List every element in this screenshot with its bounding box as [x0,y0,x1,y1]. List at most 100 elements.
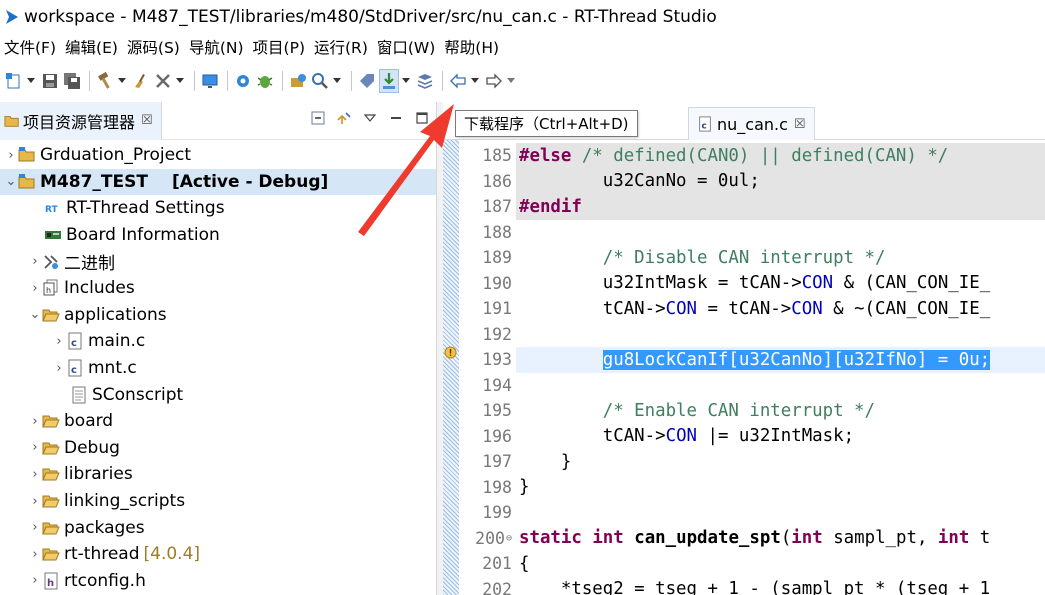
tools-button[interactable] [153,69,173,93]
code-line[interactable]: static int can_update_spt(int sampl_pt, … [516,526,990,552]
code-line[interactable]: { [516,551,529,577]
code-token: u32IntMask = tCAN-> [519,273,802,294]
debug-button[interactable] [255,69,275,93]
build-dropdown[interactable] [117,69,127,93]
panel-splitter[interactable] [436,102,443,595]
chevron-right-icon[interactable]: › [4,148,18,163]
code-editor[interactable]: #else /* defined(CAN0) || defined(CAN) *… [516,140,1045,595]
menu-help[interactable]: 帮助(H) [440,36,504,58]
chevron-right-icon[interactable]: › [28,254,42,269]
minimize-icon[interactable] [388,110,404,126]
c-file-icon: c [699,116,711,132]
code-line[interactable]: *tseg2 = tseg + 1 - (sampl_pt * (tseg + … [516,577,990,595]
build-button[interactable] [95,69,115,93]
download-button[interactable] [379,69,399,93]
search-button[interactable] [310,69,330,93]
forward-dropdown[interactable] [506,69,516,93]
code-line[interactable] [516,500,519,526]
menu-source[interactable]: 源码(S) [123,36,185,58]
settings-button[interactable] [233,69,253,93]
code-line[interactable]: #endif [516,194,1045,220]
save-button[interactable] [40,69,60,93]
tree-item-linking-scripts[interactable]: › linking_scripts [0,488,436,515]
tree-item-sconscript[interactable]: SConscript [0,381,436,408]
fold-toggle-icon[interactable]: ⊖ [506,533,512,544]
tools-dropdown[interactable] [175,69,185,93]
menu-project[interactable]: 项目(P) [249,36,310,58]
tree-item-rtconfig-h[interactable]: › h rtconfig.h [0,568,436,595]
menu-edit[interactable]: 编辑(E) [61,36,123,58]
menu-run[interactable]: 运行(R) [310,36,373,58]
code-line[interactable] [516,373,519,399]
new-dropdown[interactable] [26,69,36,93]
code-line[interactable] [516,322,519,348]
code-line[interactable]: /* Disable CAN interrupt */ [516,245,886,271]
chevron-right-icon[interactable]: › [28,467,42,482]
close-icon[interactable]: ☒ [794,117,806,132]
back-dropdown[interactable] [470,69,480,93]
maximize-icon[interactable] [414,110,430,126]
chevron-right-icon[interactable]: › [28,440,42,455]
menu-navigate[interactable]: 导航(N) [185,36,249,58]
collapse-all-icon[interactable] [310,110,326,126]
tree-item-libraries[interactable]: › libraries [0,461,436,488]
search-dropdown[interactable] [332,69,342,93]
code-line[interactable] [516,220,519,246]
new-button[interactable] [4,69,24,93]
chevron-right-icon[interactable]: › [28,494,42,509]
clean-button[interactable] [131,69,151,93]
tab-project-explorer[interactable]: 项目资源管理器 ☒ [0,101,162,140]
tree-item-mnt-c[interactable]: › c mnt.c [0,355,436,382]
link-with-editor-icon[interactable] [336,110,352,126]
download-dropdown[interactable] [401,69,411,93]
close-icon[interactable]: ☒ [141,113,153,128]
code-line[interactable]: u32CanNo = 0ul; [516,168,1045,194]
chevron-down-icon [471,78,479,83]
terminal-button[interactable] [200,69,220,93]
code-line[interactable]: tCAN->CON |= u32IntMask; [516,424,854,450]
menu-window[interactable]: 窗口(W) [373,36,440,58]
chevron-right-icon[interactable]: › [28,547,42,562]
menu-file[interactable]: 文件(F) [0,36,61,58]
code-line[interactable]: } [516,475,529,501]
tree-item-grduation-project[interactable]: › Grduation_Project [0,142,436,169]
tree-item-debug[interactable]: › Debug [0,435,436,462]
tree-item-applications[interactable]: ⌄ applications [0,302,436,329]
tag-button[interactable] [357,69,377,93]
chevron-down-icon[interactable]: ⌄ [4,174,18,189]
tree-item-includes[interactable]: › h Includes [0,275,436,302]
chevron-down-icon[interactable]: ⌄ [28,307,42,322]
chevron-right-icon[interactable]: › [52,361,66,376]
save-all-button[interactable] [62,69,82,93]
project-explorer-tabbar: 项目资源管理器 ☒ [0,101,436,140]
tree-item-main-c[interactable]: › c main.c [0,328,436,355]
tree-item-binaries[interactable]: › 二进制 [0,248,436,275]
warning-marker-icon[interactable] [444,346,457,359]
layers-button[interactable] [415,69,435,93]
chevron-right-icon[interactable]: › [28,520,42,535]
tree-item-board[interactable]: › board [0,408,436,435]
tree-item-rt-thread[interactable]: › rt-thread [4.0.4] [0,541,436,568]
code-line[interactable]: } [516,449,571,475]
sdk-manager-button[interactable] [288,69,308,93]
back-button[interactable] [448,69,468,93]
code-line[interactable]: u32IntMask = tCAN->CON & (CAN_CON_IE_ [516,271,990,297]
tab-nu-can-c[interactable]: c nu_can.c ☒ [688,107,815,140]
tree-item-packages[interactable]: › packages [0,514,436,541]
tree-item-rt-thread-settings[interactable]: RT RT-Thread Settings [0,195,436,222]
chevron-right-icon[interactable]: › [28,414,42,429]
code-line[interactable]: #else /* defined(CAN0) || defined(CAN) *… [516,143,1045,169]
code-token: sampl_pt, [822,528,938,549]
chevron-right-icon[interactable]: › [28,573,42,588]
chevron-right-icon[interactable]: › [52,334,66,349]
view-menu-icon[interactable] [362,110,378,126]
forward-button[interactable] [484,69,504,93]
tree-item-m487-test[interactable]: ⌄ M487_TEST [Active - Debug] [0,168,436,196]
code-line[interactable]: tCAN->CON = tCAN->CON & ~(CAN_CON_IE_ [516,296,990,322]
code-line[interactable]: /* Enable CAN interrupt */ [516,398,875,424]
chevron-right-icon[interactable]: › [28,281,42,296]
download-icon [383,73,395,89]
tree-item-board-information[interactable]: Board Information [0,222,436,249]
editor-overview-ruler[interactable] [443,140,459,595]
code-line[interactable]: gu8LockCanIf[u32CanNo][u32IfNo] = 0u; [516,347,1045,373]
